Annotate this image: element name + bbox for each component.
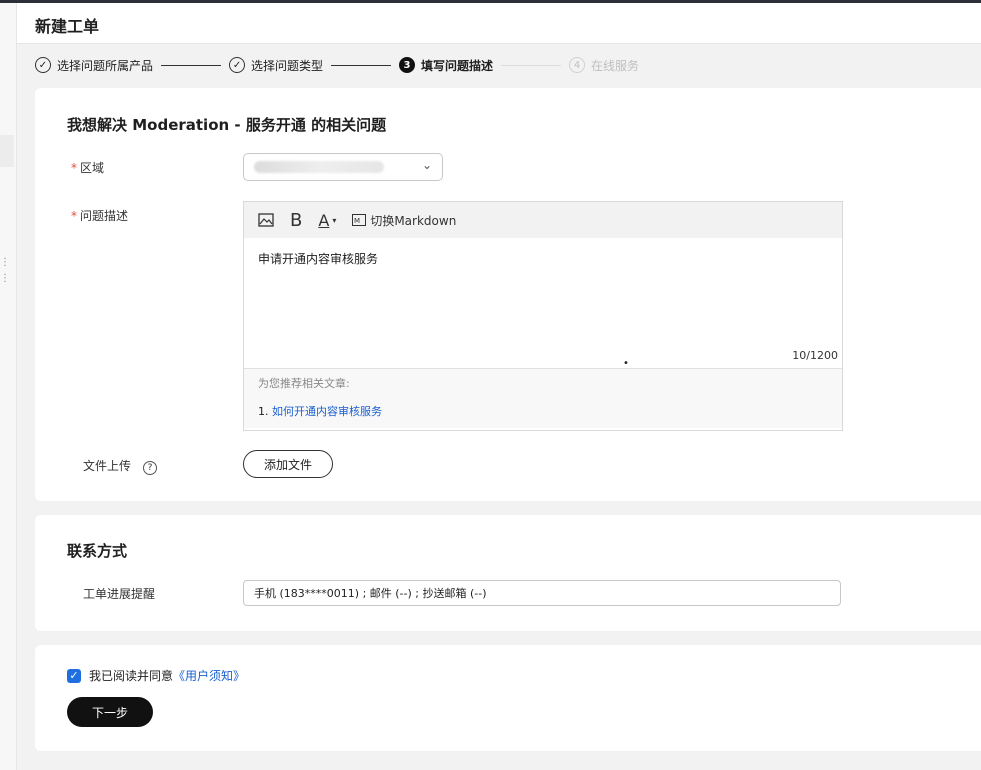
markdown-toggle[interactable]: M 切换Markdown — [352, 212, 456, 229]
recommendation-title: 为您推荐相关文章: — [258, 377, 350, 390]
step-number: 4 — [569, 57, 586, 73]
stepper: 选择问题所属产品 选择问题类型 3 填写问题描述 4 在线服务 — [17, 44, 981, 86]
step-3: 3 填写问题描述 — [399, 57, 493, 74]
region-select[interactable]: ⌄ — [243, 153, 443, 181]
page-title: 新建工单 — [35, 17, 100, 36]
check-icon — [35, 57, 51, 73]
step-connector — [501, 64, 562, 66]
upload-label: 文件上传? — [83, 457, 158, 475]
description-card: 我想解决 Moderation - 服务开通 的相关问题 * 区域 ⌄ * 问题描述… — [35, 88, 981, 501]
progress-label: 工单进展提醒 — [83, 587, 156, 601]
contact-card: 联系方式 工单进展提醒 手机 (183****0011) ; 邮件 (--) ;… — [35, 515, 981, 631]
help-icon[interactable]: ? — [143, 461, 158, 475]
left-rail-handle-icon[interactable]: ⋮ ⋮ — [0, 255, 10, 287]
step-label: 选择问题所属产品 — [57, 58, 154, 73]
region-label: * 区域 — [71, 161, 105, 175]
next-button[interactable]: 下一步 — [67, 697, 153, 727]
font-color-icon[interactable]: A ▾ — [318, 211, 336, 230]
user-notice-link[interactable]: 《用户须知》 — [173, 667, 245, 684]
cursor-mark: • — [623, 358, 629, 369]
agreement-row: ✓ 我已阅读并同意 《用户须知》 — [67, 667, 245, 684]
bold-icon[interactable]: B — [290, 210, 302, 231]
image-icon[interactable] — [258, 213, 274, 227]
submit-card: ✓ 我已阅读并同意 《用户须知》 下一步 — [35, 645, 981, 751]
step-connector — [161, 64, 222, 66]
add-file-button[interactable]: 添加文件 — [243, 450, 333, 478]
form-title: 我想解决 Moderation - 服务开通 的相关问题 — [67, 116, 387, 134]
step-label: 填写问题描述 — [421, 58, 494, 73]
step-1: 选择问题所属产品 — [35, 57, 153, 74]
region-value-redacted — [254, 161, 384, 173]
desc-label: * 问题描述 — [71, 209, 129, 223]
step-number: 3 — [399, 57, 416, 73]
step-connector — [331, 64, 392, 66]
step-label: 在线服务 — [591, 58, 640, 73]
chevron-down-icon: ⌄ — [421, 158, 432, 172]
page-header: 新建工单 — [17, 3, 981, 44]
progress-reminder-field[interactable]: 手机 (183****0011) ; 邮件 (--) ; 抄送邮箱 (--) — [243, 580, 841, 606]
check-icon — [229, 57, 246, 73]
recommendation-item: 1. 如何开通内容审核服务 — [258, 405, 382, 418]
markdown-icon: M — [352, 214, 367, 226]
left-rail: ⋮ ⋮ — [0, 3, 17, 770]
char-counter: 10/1200 — [792, 349, 838, 362]
step-label: 选择问题类型 — [251, 58, 324, 73]
required-asterisk: * — [71, 161, 77, 175]
left-rail-marker — [0, 135, 14, 167]
editor-toolbar: B A ▾ M 切换Markdown — [244, 202, 842, 238]
agree-checkbox[interactable]: ✓ — [67, 668, 81, 683]
contact-title: 联系方式 — [67, 542, 128, 560]
description-textarea[interactable]: 申请开通内容审核服务 • 10/1200 — [244, 238, 842, 369]
step-4: 4 在线服务 — [569, 57, 639, 74]
recommendation-box: 为您推荐相关文章: 1. 如何开通内容审核服务 — [244, 368, 842, 428]
required-asterisk: * — [71, 209, 77, 223]
description-editor: B A ▾ M 切换Markdown 申请开通内容审核服务 • 10/1200 为… — [243, 201, 843, 431]
step-2: 选择问题类型 — [229, 57, 323, 74]
svg-text:M: M — [354, 217, 360, 225]
recommendation-link[interactable]: 如何开通内容审核服务 — [272, 405, 382, 418]
